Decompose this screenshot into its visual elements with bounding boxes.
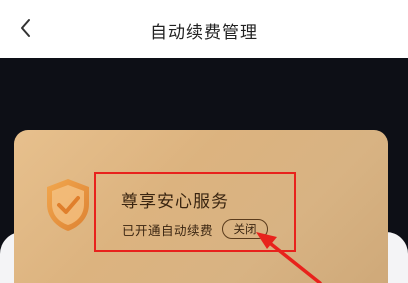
nav-header: 自动续费管理: [0, 0, 408, 58]
page-title: 自动续费管理: [150, 23, 258, 43]
service-card: 尊享安心服务 已开通自动续费 关闭: [14, 130, 388, 283]
close-auto-renew-button[interactable]: 关闭: [222, 219, 268, 239]
auto-renew-status: 已开通自动续费: [122, 223, 214, 238]
service-title: 尊享安心服务: [121, 192, 229, 212]
shield-check-icon: [47, 179, 89, 231]
